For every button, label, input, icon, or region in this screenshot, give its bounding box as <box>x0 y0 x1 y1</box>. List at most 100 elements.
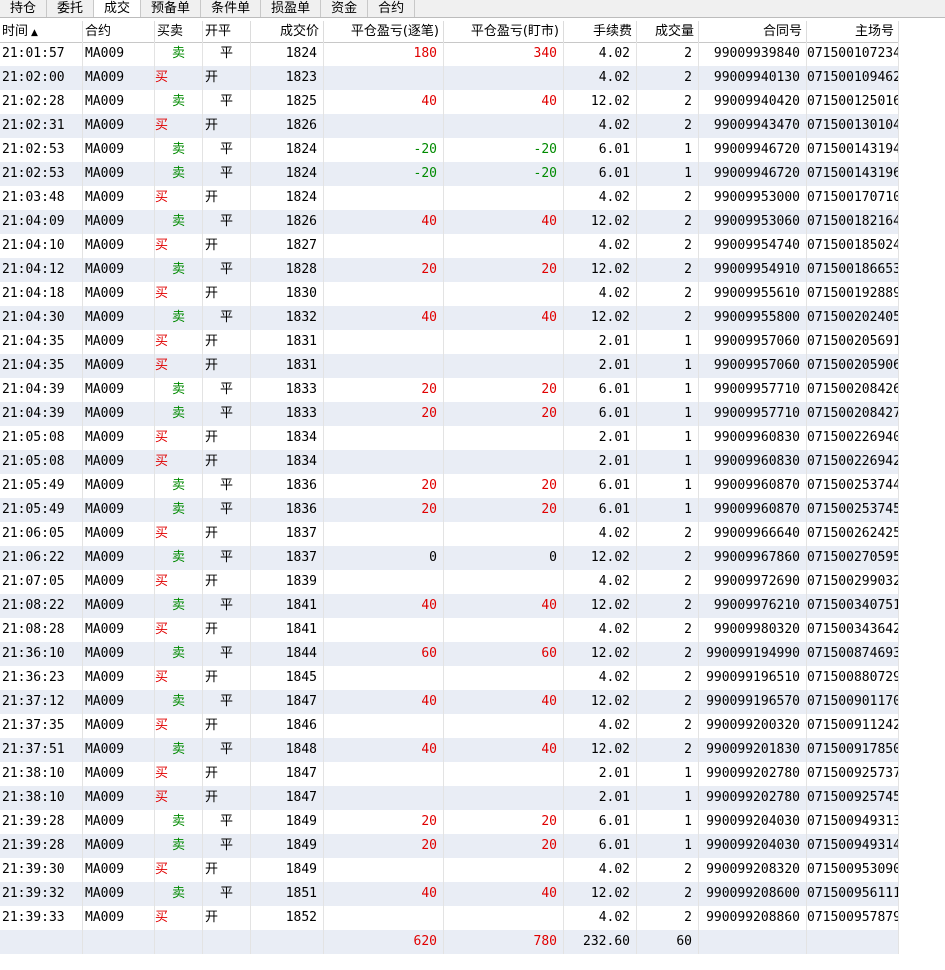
cell-qty: 1 <box>637 786 699 810</box>
col-header-qty[interactable]: 成交量 <box>637 21 699 42</box>
cell-fee: 6.01 <box>564 498 637 522</box>
table-row[interactable]: 21:38:10 MA009 买开 1847 2.01 1 990099202780 0715… <box>0 786 899 810</box>
col-header-side[interactable]: 买卖 <box>155 21 203 42</box>
table-row[interactable]: 21:04:39 MA009 卖平 1833 20 20 6.01 1 99009957710 0… <box>0 378 899 402</box>
table-row[interactable]: 21:08:28 MA009 买开 1841 4.02 2 99009980320 07150… <box>0 618 899 642</box>
table-row[interactable]: 21:39:30 MA009 买开 1849 4.02 2 990099208320 0715… <box>0 858 899 882</box>
cell-contract: MA009 <box>83 762 155 786</box>
table-row[interactable]: 21:36:10 MA009 卖平 1844 60 60 12.02 2 99009919499… <box>0 642 899 666</box>
tab-5[interactable]: 损盈单 <box>261 0 322 17</box>
table-row[interactable]: 21:03:48 MA009 买开 1824 4.02 2 99009953000 07150… <box>0 186 899 210</box>
tab-0[interactable]: 持仓 <box>0 0 48 17</box>
cell-side: 卖 <box>155 882 203 906</box>
table-row[interactable]: 21:04:18 MA009 买开 1830 4.02 2 99009955610 07150… <box>0 282 899 306</box>
cell-price: 1847 <box>251 786 324 810</box>
cell-price: 1844 <box>251 642 324 666</box>
table-row[interactable]: 21:04:35 MA009 买开 1831 2.01 1 99009957060 07150… <box>0 354 899 378</box>
cell-side: 买 <box>155 786 203 810</box>
col-header-pnl-mtm[interactable]: 平仓盈亏(盯市) <box>444 21 564 42</box>
cell-price: 1831 <box>251 330 324 354</box>
table-row[interactable]: 21:04:09 MA009 卖平 1826 40 40 12.02 2 99009953060… <box>0 210 899 234</box>
col-header-price[interactable]: 成交价 <box>251 21 324 42</box>
table-row[interactable]: 21:04:30 MA009 卖平 1832 40 40 12.02 2 99009955800… <box>0 306 899 330</box>
table-row[interactable]: 21:38:10 MA009 买开 1847 2.01 1 990099202780 0715… <box>0 762 899 786</box>
table-row[interactable]: 21:02:00 MA009 买开 1823 4.02 2 99009940130 07150… <box>0 66 899 90</box>
cell-side: 卖 <box>155 138 203 162</box>
cell-time: 21:05:49 <box>0 474 83 498</box>
table-row[interactable]: 21:04:10 MA009 买开 1827 4.02 2 99009954740 07150… <box>0 234 899 258</box>
cell-contract: MA009 <box>83 642 155 666</box>
tab-6[interactable]: 资金 <box>321 0 369 17</box>
cell-price: 1841 <box>251 594 324 618</box>
col-header-exchange-no[interactable]: 主场号 <box>807 21 899 42</box>
cell-open-close: 开 <box>203 906 251 930</box>
cell-pnl-trade: -20 <box>324 162 444 186</box>
cell-contract-no: 990099204030 <box>699 834 807 858</box>
cell-fee: 4.02 <box>564 714 637 738</box>
cell-pnl-trade: 40 <box>324 90 444 114</box>
table-row[interactable]: 21:06:05 MA009 买开 1837 4.02 2 99009966640 07150… <box>0 522 899 546</box>
cell-price: 1825 <box>251 90 324 114</box>
cell-side: 买 <box>155 234 203 258</box>
cell-pnl-mtm <box>444 330 564 354</box>
table-row[interactable]: 21:39:33 MA009 买开 1852 4.02 2 990099208860 0715… <box>0 906 899 930</box>
cell-contract-no: 990099208860 <box>699 906 807 930</box>
cell-side: 买 <box>155 570 203 594</box>
cell-contract-no: 99009943470 <box>699 114 807 138</box>
cell-pnl-mtm: 20 <box>444 402 564 426</box>
table-row[interactable]: 21:06:22 MA009 卖平 1837 0 0 12.02 2 99009967860 07… <box>0 546 899 570</box>
table-row[interactable]: 21:39:28 MA009 卖平 1849 20 20 6.01 1 990099204030… <box>0 834 899 858</box>
col-header-contract-no[interactable]: 合同号 <box>699 21 807 42</box>
cell-qty: 2 <box>637 738 699 762</box>
table-row[interactable]: 21:04:12 MA009 卖平 1828 20 20 12.02 2 99009954910… <box>0 258 899 282</box>
cell-contract-no: 99009960870 <box>699 474 807 498</box>
table-row[interactable]: 21:37:12 MA009 卖平 1847 40 40 12.02 2 99009919657… <box>0 690 899 714</box>
col-header-contract[interactable]: 合约 <box>83 21 155 42</box>
table-row[interactable]: 21:04:39 MA009 卖平 1833 20 20 6.01 1 99009957710 0… <box>0 402 899 426</box>
table-row[interactable]: 21:02:31 MA009 买开 1826 4.02 2 99009943470 07150… <box>0 114 899 138</box>
col-header-pnl-trade[interactable]: 平仓盈亏(逐笔) <box>324 21 444 42</box>
tab-7[interactable]: 合约 <box>368 0 416 17</box>
cell-pnl-trade <box>324 714 444 738</box>
table-row[interactable]: 21:05:08 MA009 买开 1834 2.01 1 99009960830 07150… <box>0 426 899 450</box>
col-header-open-close[interactable]: 开平 <box>203 21 251 42</box>
table-row[interactable]: 21:02:53 MA009 卖平 1824 -20 -20 6.01 1 9900994672… <box>0 138 899 162</box>
cell-price: 1824 <box>251 162 324 186</box>
tab-2[interactable]: 成交 <box>94 0 142 17</box>
table-row[interactable]: 21:02:53 MA009 卖平 1824 -20 -20 6.01 1 9900994672… <box>0 162 899 186</box>
cell-fee: 12.02 <box>564 594 637 618</box>
cell-fee: 12.02 <box>564 258 637 282</box>
table-row[interactable]: 21:02:28 MA009 卖平 1825 40 40 12.02 2 99009940420… <box>0 90 899 114</box>
table-row[interactable]: 21:39:32 MA009 卖平 1851 40 40 12.02 2 99009920860… <box>0 882 899 906</box>
tab-4[interactable]: 条件单 <box>201 0 262 17</box>
totals-row: 620 780 232.60 60 <box>0 930 899 954</box>
cell-contract-no: 990099202780 <box>699 786 807 810</box>
table-row[interactable]: 21:39:28 MA009 卖平 1849 20 20 6.01 1 990099204030… <box>0 810 899 834</box>
tab-1[interactable]: 委托 <box>47 0 95 17</box>
total-blank <box>0 930 83 954</box>
cell-contract: MA009 <box>83 354 155 378</box>
col-header-fee[interactable]: 手续费 <box>564 21 637 42</box>
table-row[interactable]: 21:37:35 MA009 买开 1846 4.02 2 990099200320 0715… <box>0 714 899 738</box>
cell-qty: 1 <box>637 426 699 450</box>
table-row[interactable]: 21:05:08 MA009 买开 1834 2.01 1 99009960830 07150… <box>0 450 899 474</box>
cell-price: 1832 <box>251 306 324 330</box>
table-row[interactable]: 21:07:05 MA009 买开 1839 4.02 2 99009972690 07150… <box>0 570 899 594</box>
table-row[interactable]: 21:05:49 MA009 卖平 1836 20 20 6.01 1 99009960870 0… <box>0 498 899 522</box>
cell-qty: 1 <box>637 834 699 858</box>
table-row[interactable]: 21:04:35 MA009 买开 1831 2.01 1 99009957060 07150… <box>0 330 899 354</box>
table-row[interactable]: 21:36:23 MA009 买开 1845 4.02 2 990099196510 0715… <box>0 666 899 690</box>
cell-contract: MA009 <box>83 666 155 690</box>
cell-qty: 1 <box>637 402 699 426</box>
table-row[interactable]: 21:01:57 MA009 卖平 1824 180 340 4.02 2 9900993984… <box>0 42 899 66</box>
cell-pnl-trade: 0 <box>324 546 444 570</box>
cell-fee: 2.01 <box>564 450 637 474</box>
col-header-time[interactable]: 时间 ▲ <box>0 21 83 42</box>
table-row[interactable]: 21:05:49 MA009 卖平 1836 20 20 6.01 1 99009960870 0… <box>0 474 899 498</box>
cell-pnl-trade <box>324 522 444 546</box>
table-row[interactable]: 21:08:22 MA009 卖平 1841 40 40 12.02 2 99009976210… <box>0 594 899 618</box>
tab-3[interactable]: 预备单 <box>141 0 202 17</box>
table-row[interactable]: 21:37:51 MA009 卖平 1848 40 40 12.02 2 99009920183… <box>0 738 899 762</box>
col-header-time-label: 时间 <box>2 24 29 39</box>
cell-open-close: 平 <box>203 210 251 234</box>
